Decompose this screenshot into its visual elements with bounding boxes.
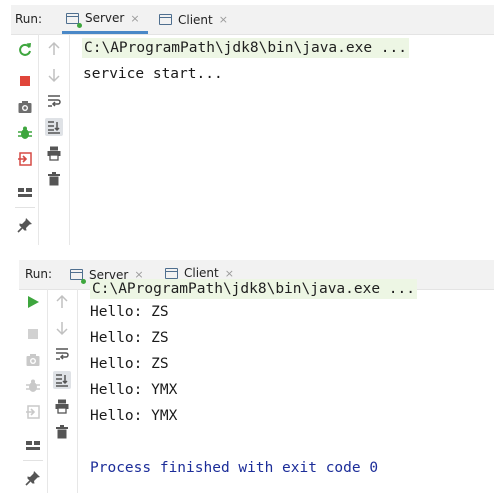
pin-icon [25,471,40,486]
run-panel-client: Run: Server × Client × C:\AProgramPath\j… [19,260,494,493]
tab-server[interactable]: Server × [62,5,148,34]
soft-wrap-button[interactable] [45,92,63,110]
trash-icon [48,172,60,186]
camera-icon [18,101,32,113]
scroll-down-button[interactable] [53,319,71,337]
console-line: Hello: ZS [90,356,169,372]
arrow-down-icon [48,69,60,83]
exit-icon [26,405,40,419]
layout-icon [18,188,32,197]
console-line: Hello: YMX [90,408,178,424]
stop-icon [20,76,30,86]
bug-icon [26,379,40,392]
tab-label: Client [178,12,213,27]
sidebar-divider [69,34,70,245]
pin-icon [17,218,32,233]
run-label: Run: [25,267,53,281]
run-panel-server: Run: Server × Client × C:\AProgramPath\j… [11,5,494,245]
stop-icon [28,329,38,339]
layout-icon [26,441,40,450]
console-icon [165,267,178,279]
exit-message: Process finished with exit code 0 [90,460,379,476]
sidebar-divider [38,34,39,245]
run-label: Run: [15,12,43,26]
tab-client[interactable]: Client × [157,5,239,34]
scroll-up-button[interactable] [53,293,71,311]
dump-threads-button[interactable] [24,351,42,369]
console-line: Hello: YMX [90,382,178,398]
stop-button[interactable] [16,72,34,90]
run-icon [28,296,39,308]
layout-button[interactable] [24,436,42,454]
tab-label: Server [85,11,125,25]
scroll-to-end-button[interactable] [53,371,71,389]
pin-button[interactable] [16,216,34,234]
printer-icon [55,399,69,414]
clear-all-button[interactable] [53,423,71,441]
clear-all-button[interactable] [45,170,63,188]
scroll-down-button[interactable] [45,66,63,84]
sidebar-divider [47,289,48,493]
rerun-icon [19,43,31,56]
console-output[interactable]: C:\AProgramPath\jdk8\bin\java.exe ... se… [82,38,492,238]
arrow-down-icon [56,322,68,336]
close-icon[interactable]: × [225,267,234,280]
console-icon [70,269,86,284]
console-line: Hello: ZS [90,330,169,346]
soft-wrap-icon [48,95,61,107]
toolbar-separator [23,460,43,461]
close-icon[interactable]: × [219,13,228,26]
scroll-to-end-button[interactable] [45,118,63,136]
close-icon[interactable]: × [130,12,139,25]
soft-wrap-button[interactable] [53,345,71,363]
debug-button[interactable] [16,124,34,142]
camera-icon [26,354,40,366]
trash-icon [56,425,68,439]
dump-threads-button[interactable] [16,98,34,116]
rerun-button[interactable] [16,40,34,58]
run-tab-bar: Run: Server × Client × [11,5,494,35]
arrow-up-icon [56,294,68,308]
stop-button[interactable] [24,325,42,343]
arrow-up-icon [48,41,60,55]
console-line: service start... [83,66,223,82]
print-button[interactable] [53,397,71,415]
print-button[interactable] [45,144,63,162]
soft-wrap-icon [56,348,69,360]
scroll-up-button[interactable] [45,40,63,58]
command-line: C:\AProgramPath\jdk8\bin\java.exe ... [90,279,418,299]
bug-icon [18,126,32,139]
command-line: C:\AProgramPath\jdk8\bin\java.exe ... [82,38,410,58]
restore-layout-button[interactable] [16,150,34,168]
console-icon [66,12,82,28]
toolbar-separator [15,207,35,208]
scroll-to-end-icon [56,374,68,387]
printer-icon [47,146,61,161]
scroll-to-end-icon [48,121,60,134]
console-output[interactable]: C:\AProgramPath\jdk8\bin\java.exe ... He… [90,279,492,491]
exit-icon [18,152,32,166]
console-line: Hello: ZS [90,304,169,320]
layout-button[interactable] [16,183,34,201]
run-button[interactable] [24,293,42,311]
debug-button[interactable] [24,377,42,395]
pin-button[interactable] [24,469,42,487]
restore-layout-button[interactable] [24,403,42,421]
sidebar-divider [77,289,78,493]
tab-label: Client [184,266,219,280]
console-icon [159,14,172,25]
